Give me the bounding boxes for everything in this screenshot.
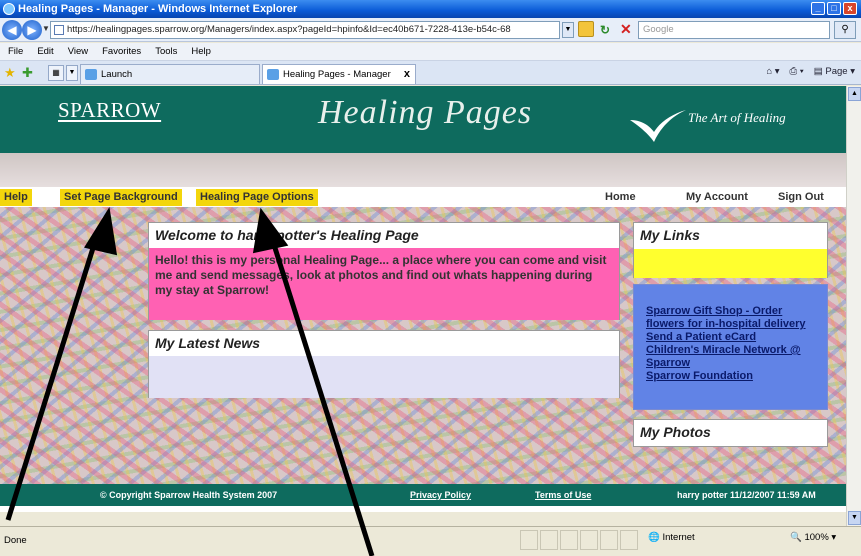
zone-label: Internet xyxy=(662,532,695,543)
status-cell xyxy=(520,530,538,550)
tab-page-icon xyxy=(267,69,279,80)
site-footer: © Copyright Sparrow Health System 2007 P… xyxy=(0,484,846,506)
set-page-background-button[interactable]: Set Page Background xyxy=(60,189,182,206)
header-band xyxy=(0,153,846,187)
menu-view[interactable]: View xyxy=(68,43,88,60)
my-links-title: My Links xyxy=(640,227,700,243)
help-button[interactable]: Help xyxy=(0,189,32,206)
tab-list-dropdown-icon[interactable]: ▼ xyxy=(66,65,78,81)
address-url: https://healingpages.sparrow.org/Manager… xyxy=(67,24,511,35)
address-toolbar: ◀ ▶ ▼ https://healingpages.sparrow.org/M… xyxy=(0,18,861,42)
status-cell xyxy=(580,530,598,550)
art-of-healing-logo: The Art of Healing xyxy=(688,110,786,125)
address-dropdown-icon[interactable]: ▼ xyxy=(562,22,574,38)
search-icon[interactable]: ⚲ xyxy=(834,21,856,39)
status-cell xyxy=(620,530,638,550)
page-icon xyxy=(54,25,64,35)
bird-logo-icon xyxy=(630,110,686,142)
status-cell xyxy=(600,530,618,550)
my-account-link[interactable]: My Account xyxy=(686,191,748,203)
status-cell xyxy=(540,530,558,550)
history-dropdown-icon[interactable]: ▼ xyxy=(42,24,50,33)
welcome-panel: Welcome to harry potter's Healing Page H… xyxy=(148,222,620,320)
status-cell xyxy=(560,530,578,550)
my-links-content xyxy=(634,249,827,278)
link-sparrow-foundation[interactable]: Sparrow Foundation xyxy=(646,370,821,383)
refresh-icon[interactable]: ↻ xyxy=(600,23,610,37)
zoom-level[interactable]: 🔍 100% ▾ xyxy=(790,532,836,543)
tab-bar: ★ ✚ ▦ ▼ Launch Healing Pages - Manager x… xyxy=(0,61,861,85)
print-icon[interactable]: ⎙ ▾ xyxy=(790,66,804,77)
site-header: SPARROW Healing Pages The Art of Healing xyxy=(0,86,846,153)
search-input[interactable]: Google xyxy=(638,21,830,39)
add-favorite-icon[interactable]: ✚ xyxy=(22,65,33,81)
menu-edit[interactable]: Edit xyxy=(37,43,53,60)
site-navigation: Help Set Page Background Healing Page Op… xyxy=(0,187,846,207)
privacy-policy-link[interactable]: Privacy Policy xyxy=(410,484,471,506)
sparrow-links-box: Sparrow Gift Shop - Order flowers for in… xyxy=(633,284,828,410)
healing-pages-logo: Healing Pages xyxy=(318,94,533,131)
menu-file[interactable]: File xyxy=(8,43,23,60)
status-text: Done xyxy=(4,535,27,546)
vertical-scrollbar[interactable]: ▲ ▼ xyxy=(846,86,861,526)
copyright-text: © Copyright Sparrow Health System 2007 xyxy=(100,490,278,500)
address-bar[interactable]: https://healingpages.sparrow.org/Manager… xyxy=(50,21,560,39)
status-bar: Done 🌐 Internet 🔍 100% ▾ xyxy=(0,526,861,556)
tab-healing-pages-manager[interactable]: Healing Pages - Manager x xyxy=(262,64,416,84)
web-page: SPARROW Healing Pages The Art of Healing… xyxy=(0,86,846,512)
minimize-button[interactable]: _ xyxy=(811,2,825,15)
user-timestamp: harry potter 11/12/2007 11:59 AM xyxy=(677,490,816,500)
link-childrens-miracle-network[interactable]: Children's Miracle Network @ Sparrow xyxy=(646,344,821,370)
home-icon[interactable]: ⌂ ▾ xyxy=(766,66,779,77)
welcome-message: Hello! this is my personal Healing Page.… xyxy=(149,248,619,320)
healing-page-options-button[interactable]: Healing Page Options xyxy=(196,189,318,206)
link-gift-shop[interactable]: Sparrow Gift Shop - Order flowers for in… xyxy=(646,305,821,331)
menu-favorites[interactable]: Favorites xyxy=(102,43,141,60)
ie-icon xyxy=(3,3,15,15)
page-bottom xyxy=(0,506,846,512)
tab-page-icon xyxy=(85,69,97,80)
tab-label: Launch xyxy=(101,69,133,80)
latest-news-panel: My Latest News xyxy=(148,330,620,398)
sign-out-link[interactable]: Sign Out xyxy=(778,191,824,203)
sparrow-logo[interactable]: SPARROW xyxy=(58,98,161,123)
quick-tabs-icon[interactable]: ▦ xyxy=(48,65,64,81)
window-titlebar: Healing Pages - Manager - Windows Intern… xyxy=(0,0,861,18)
maximize-button[interactable]: □ xyxy=(827,2,841,15)
menu-tools[interactable]: Tools xyxy=(155,43,177,60)
home-link[interactable]: Home xyxy=(605,191,636,203)
welcome-title: Welcome to harry potter's Healing Page xyxy=(155,227,419,243)
link-patient-ecard[interactable]: Send a Patient eCard xyxy=(646,331,821,344)
tab-launch[interactable]: Launch xyxy=(80,64,260,84)
latest-news-title: My Latest News xyxy=(155,335,261,351)
terms-of-use-link[interactable]: Terms of Use xyxy=(535,484,591,506)
lock-icon[interactable] xyxy=(578,21,594,37)
security-zone[interactable]: 🌐 Internet xyxy=(648,532,695,543)
tab-close-icon[interactable]: x xyxy=(404,65,410,84)
menu-help[interactable]: Help xyxy=(191,43,211,60)
page-menu-label: Page xyxy=(825,66,848,77)
scroll-up-icon[interactable]: ▲ xyxy=(848,87,861,101)
forward-button[interactable]: ▶ xyxy=(22,20,42,40)
scroll-down-icon[interactable]: ▼ xyxy=(848,511,861,525)
close-button[interactable]: x xyxy=(843,2,857,15)
menu-bar: File Edit View Favorites Tools Help xyxy=(0,43,861,61)
tab-label: Healing Pages - Manager xyxy=(283,69,391,80)
my-links-panel: My Links xyxy=(633,222,828,278)
window-title: Healing Pages - Manager - Windows Intern… xyxy=(18,3,298,15)
favorites-star-icon[interactable]: ★ xyxy=(4,65,16,81)
zoom-label: 100% xyxy=(804,532,829,543)
stop-icon[interactable]: ✕ xyxy=(620,21,632,38)
back-button[interactable]: ◀ xyxy=(2,20,22,40)
my-photos-title: My Photos xyxy=(640,424,711,440)
status-cells xyxy=(520,530,638,550)
latest-news-content xyxy=(149,356,619,398)
page-menu[interactable]: ▤ Page ▾ xyxy=(814,66,855,77)
my-photos-panel: My Photos xyxy=(633,419,828,447)
